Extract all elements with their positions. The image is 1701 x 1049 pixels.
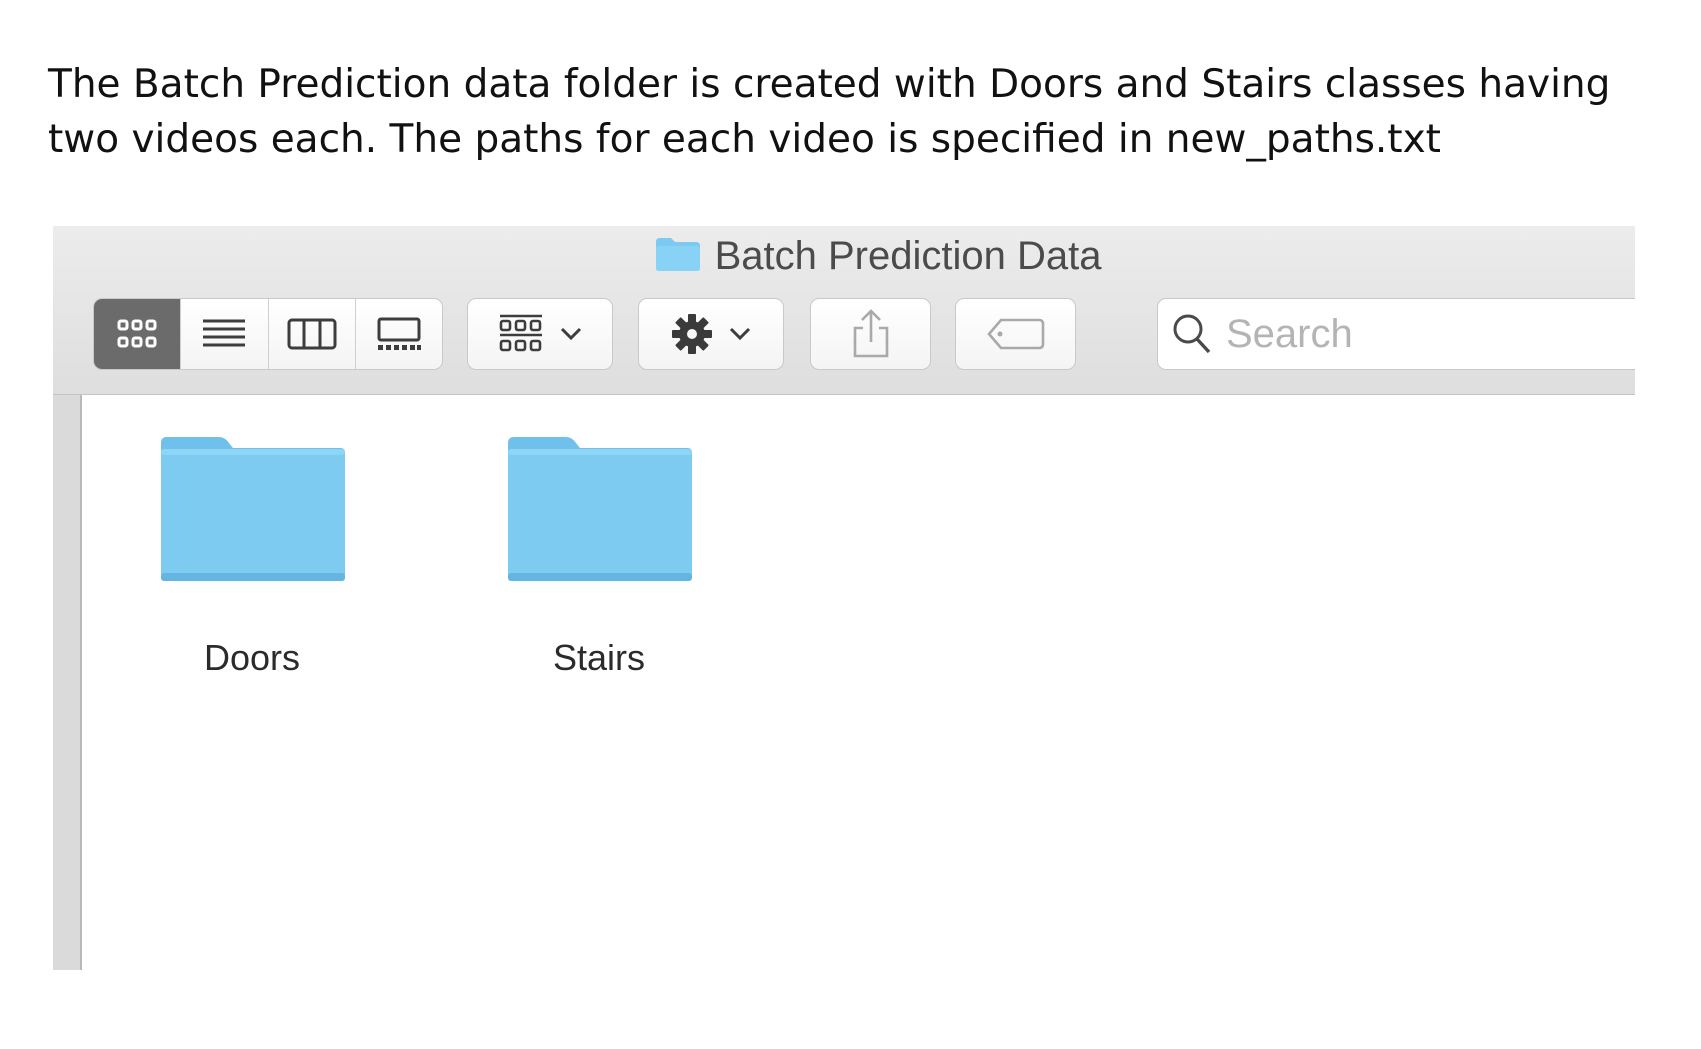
- folder-icon: [508, 437, 692, 581]
- arrange-button[interactable]: [467, 298, 613, 370]
- window-title: Batch Prediction Data: [714, 233, 1102, 278]
- column-view-icon: [287, 318, 337, 350]
- folder-item-stairs[interactable]: Stairs: [469, 433, 729, 679]
- toolbar: Batch Prediction Data Search: [53, 226, 1635, 395]
- finder-window: Batch Prediction Data Search Doors Stair…: [53, 226, 1635, 970]
- tags-button[interactable]: [955, 298, 1076, 370]
- icon-view-icon: [117, 319, 157, 348]
- folder-icon: [655, 236, 701, 277]
- window-title-bar: Batch Prediction Data: [53, 226, 1635, 286]
- list-view-icon: [203, 319, 246, 347]
- list-view-button[interactable]: [181, 299, 269, 369]
- caption: The Batch Prediction data folder is crea…: [48, 57, 1668, 167]
- sidebar[interactable]: [53, 395, 82, 970]
- gear-icon: [672, 314, 712, 354]
- tag-icon: [986, 318, 1044, 350]
- search-input[interactable]: Search: [1157, 298, 1635, 370]
- folder-item-doors[interactable]: Doors: [122, 433, 382, 679]
- folder-label: Stairs: [552, 637, 646, 678]
- share-button[interactable]: [810, 298, 931, 370]
- folder-icon: [161, 437, 345, 581]
- group-icon: [499, 314, 542, 352]
- folder-content: Doors Stairs: [82, 395, 1635, 970]
- gallery-view-icon: [377, 317, 421, 350]
- search-icon: [1173, 314, 1211, 354]
- folder-label: Doors: [203, 637, 301, 678]
- column-view-button[interactable]: [269, 299, 356, 369]
- icon-view-button[interactable]: [94, 299, 182, 369]
- chevron-down-icon: [729, 327, 751, 341]
- gallery-view-button[interactable]: [356, 299, 442, 369]
- caption-line-1: The Batch Prediction data folder is crea…: [48, 62, 1611, 107]
- search-placeholder: Search: [1226, 311, 1353, 356]
- chevron-down-icon: [560, 327, 582, 341]
- share-icon: [853, 309, 888, 358]
- caption-line-2: two videos each. The paths for each vide…: [48, 117, 1441, 162]
- view-mode-switcher: [93, 298, 443, 370]
- action-button[interactable]: [638, 298, 784, 370]
